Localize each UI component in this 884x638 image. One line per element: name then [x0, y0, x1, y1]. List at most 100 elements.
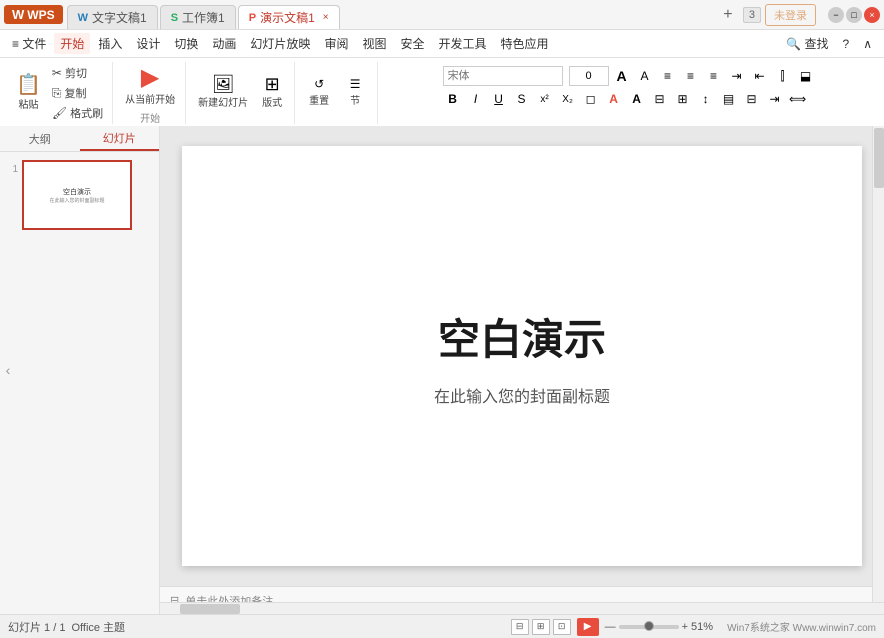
- wps-logo-text: WPS: [27, 8, 54, 22]
- reset-button[interactable]: ↺ 重置: [303, 75, 335, 109]
- sidebar-collapse-button[interactable]: ‹: [0, 126, 16, 614]
- help-button[interactable]: ?: [837, 35, 856, 53]
- slide-main-title: 空白演示: [438, 306, 606, 367]
- tab-ppt-label: 演示文稿1: [260, 9, 315, 26]
- align-center-icon[interactable]: ≡: [681, 66, 701, 86]
- clear-format-button[interactable]: ◻: [581, 89, 601, 109]
- horizontal-scrollbar[interactable]: [160, 602, 884, 614]
- text-align-dist-icon[interactable]: ⊟: [742, 89, 762, 109]
- reading-view-button[interactable]: ⊡: [553, 619, 571, 635]
- font-color-a-button[interactable]: A: [604, 89, 624, 109]
- maximize-button[interactable]: □: [846, 7, 862, 23]
- underline-button[interactable]: U: [489, 89, 509, 109]
- menu-start[interactable]: 开始: [54, 33, 90, 54]
- tab-ppt[interactable]: P 演示文稿1 ×: [238, 5, 340, 29]
- menu-review[interactable]: 审阅: [318, 33, 354, 54]
- bold-button[interactable]: B: [443, 89, 463, 109]
- close-button[interactable]: ×: [864, 7, 880, 23]
- section-button[interactable]: ☰ 节: [339, 75, 371, 109]
- zoom-percent: 51%: [691, 621, 713, 633]
- zoom-slider-thumb[interactable]: [644, 621, 654, 631]
- font-size-input[interactable]: [569, 66, 609, 86]
- subscript-button[interactable]: x²: [535, 89, 555, 109]
- insert-group-label: 开始: [140, 110, 160, 125]
- tab-word-label: 文字文稿1: [92, 9, 147, 26]
- hanging-indent-icon[interactable]: ⇥: [765, 89, 785, 109]
- sheet-icon: S: [171, 12, 178, 24]
- line-spacing-icon[interactable]: ↕: [696, 89, 716, 109]
- text-direction-icon[interactable]: ⬓: [796, 66, 816, 86]
- superscript-button[interactable]: X₂: [558, 89, 578, 109]
- minimize-button[interactable]: −: [828, 7, 844, 23]
- clipboard-inner: 📋 粘贴 ✂ 剪切 ⎘ 复制 🖌 格式刷: [12, 64, 106, 122]
- watermark: Win7系统之家 Www.winwin7.com: [727, 619, 876, 634]
- ribbon-insert-group: ▶ 从当前开始 开始: [115, 62, 186, 124]
- tab-sheet[interactable]: S 工作簿1: [160, 5, 236, 29]
- slide-thumbnail[interactable]: 空白演示 在此输入您的封面副标题: [22, 160, 132, 230]
- copy-button[interactable]: ⎘ 复制: [49, 84, 106, 102]
- menu-special[interactable]: 特色应用: [495, 33, 555, 54]
- search-button[interactable]: 🔍 查找: [780, 33, 834, 54]
- menu-insert[interactable]: 插入: [92, 33, 128, 54]
- title-bar: W WPS W 文字文稿1 S 工作簿1 P 演示文稿1 × + 3 未登录 −…: [0, 0, 884, 30]
- font-size-decrease-button[interactable]: A: [635, 66, 655, 86]
- italic-button[interactable]: I: [466, 89, 486, 109]
- normal-view-button[interactable]: ⊟: [511, 619, 529, 635]
- new-slide-button[interactable]: 🖼 新建幻灯片: [194, 73, 252, 111]
- cut-label: 剪切: [65, 65, 87, 81]
- new-slide-icon: 🖼: [212, 75, 235, 93]
- list-item[interactable]: 1 空白演示 在此输入您的封面副标题: [6, 160, 153, 230]
- menu-file[interactable]: ≡ 文件: [6, 33, 52, 54]
- menu-view[interactable]: 视图: [356, 33, 392, 54]
- login-button[interactable]: 未登录: [765, 4, 816, 26]
- ppt-icon: P: [249, 12, 256, 24]
- paste-button[interactable]: 📋 粘贴: [12, 73, 45, 113]
- format-painter-button[interactable]: 🖌 格式刷: [49, 104, 106, 122]
- menu-design[interactable]: 设计: [130, 33, 166, 54]
- ribbon-content: 📋 粘贴 ✂ 剪切 ⎘ 复制 🖌 格式刷: [0, 58, 884, 128]
- strikethrough-button[interactable]: S: [512, 89, 532, 109]
- tab-sheet-label: 工作簿1: [182, 9, 225, 26]
- start-slideshow-button[interactable]: ▶ 从当前开始: [121, 64, 179, 108]
- zoom-slider[interactable]: [619, 625, 679, 629]
- close-tab-icon[interactable]: ×: [323, 12, 329, 23]
- paste-label: 粘贴: [18, 96, 38, 111]
- cut-button[interactable]: ✂ 剪切: [49, 64, 106, 82]
- font-name-input[interactable]: [443, 66, 563, 86]
- play-slideshow-button[interactable]: ▶: [577, 618, 599, 636]
- reset-inner: ↺ 重置 ☰ 节: [303, 64, 371, 120]
- menu-switch[interactable]: 切换: [168, 33, 204, 54]
- menu-slideshow[interactable]: 幻灯片放映: [244, 33, 316, 54]
- zoom-minus-button[interactable]: —: [605, 621, 616, 633]
- list-number-icon[interactable]: ⊞: [673, 89, 693, 109]
- new-slide-label: 新建幻灯片: [198, 94, 248, 109]
- zoom-plus-button[interactable]: +: [682, 621, 688, 633]
- align-right-icon[interactable]: ≡: [704, 66, 724, 86]
- add-tab-button[interactable]: +: [717, 4, 739, 26]
- indent-icon[interactable]: ⇥: [727, 66, 747, 86]
- text-align-full-icon[interactable]: ▤: [719, 89, 739, 109]
- wps-logo[interactable]: W WPS: [4, 5, 63, 24]
- slide-inner: 🖼 新建幻灯片 ⊞ 版式: [194, 64, 288, 120]
- collapse-ribbon-button[interactable]: ∧: [857, 35, 878, 53]
- tab-word[interactable]: W 文字文稿1: [67, 5, 158, 29]
- font-size-increase-button[interactable]: A: [612, 66, 632, 86]
- list-bullet-icon[interactable]: ⊟: [650, 89, 670, 109]
- format-painter-label: 格式刷: [70, 105, 103, 121]
- font-color-b-button[interactable]: A: [627, 89, 647, 109]
- watermark-text: Win7系统之家 Www.winwin7.com: [727, 623, 876, 634]
- menu-security[interactable]: 安全: [394, 33, 430, 54]
- outdent-icon[interactable]: ⇤: [750, 66, 770, 86]
- char-spacing-icon[interactable]: ⟺: [788, 89, 808, 109]
- grid-view-button[interactable]: ⊞: [532, 619, 550, 635]
- layout-button[interactable]: ⊞ 版式: [256, 73, 288, 111]
- sidebar-tab-slides[interactable]: 幻灯片: [80, 126, 160, 151]
- menu-devtools[interactable]: 开发工具: [432, 33, 492, 54]
- align-left-icon[interactable]: ≡: [658, 66, 678, 86]
- slide-canvas[interactable]: 空白演示 在此输入您的封面副标题: [182, 146, 862, 566]
- vertical-scrollbar[interactable]: [872, 126, 884, 602]
- menu-bar: ≡ 文件 开始 插入 设计 切换 动画 幻灯片放映 审阅 视图 安全 开发工具 …: [0, 30, 884, 58]
- layout-icon: ⊞: [265, 75, 280, 93]
- column-icon[interactable]: ⫿: [773, 66, 793, 86]
- menu-animation[interactable]: 动画: [206, 33, 242, 54]
